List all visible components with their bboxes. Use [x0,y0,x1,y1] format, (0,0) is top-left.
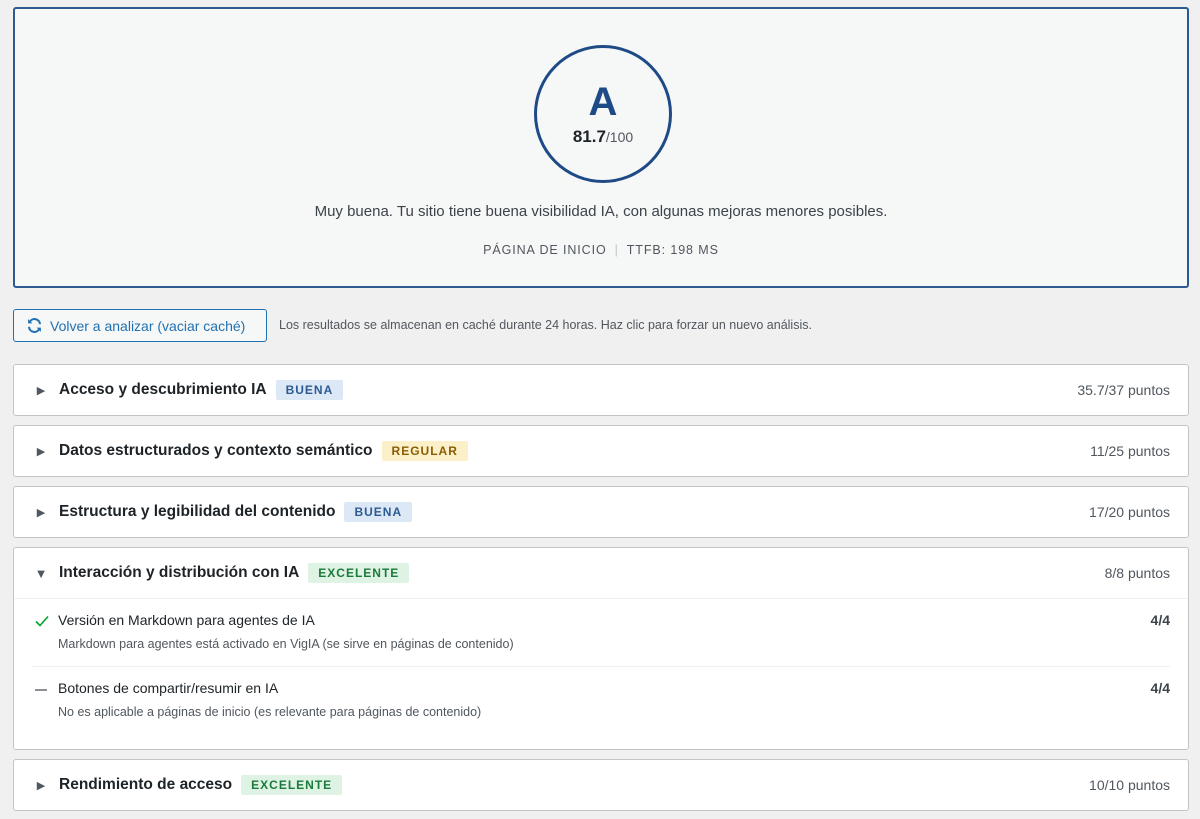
check-title: Botones de compartir/resumir en IA [58,680,279,696]
score-panel: A 81.7/100 Muy buena. Tu sitio tiene bue… [13,7,1189,288]
caret-down-icon: ▼ [34,565,48,581]
section-points: 8/8 puntos [1104,565,1170,581]
grade-circle: A 81.7/100 [534,45,672,183]
section-title: Rendimiento de acceso [59,776,233,793]
refresh-icon [27,318,42,333]
caret-right-icon: ▶ [36,445,46,458]
section-header-interaccion[interactable]: ▼ Interacción y distribución con IA EXCE… [14,548,1188,598]
status-badge: REGULAR [381,441,468,461]
section-header-estructura[interactable]: ▶ Estructura y legibilidad del contenido… [14,487,1188,537]
section-rendimiento: ▶ Rendimiento de acceso EXCELENTE 10/10 … [13,759,1189,811]
section-points: 17/20 puntos [1089,504,1170,520]
section-title: Acceso y descubrimiento IA [59,381,267,398]
score-meta: PÁGINA DE INICIO | TTFB: 198 MS [15,243,1187,257]
section-interaccion: ▼ Interacción y distribución con IA EXCE… [13,547,1189,750]
section-header-datos-estructurados[interactable]: ▶ Datos estructurados y contexto semánti… [14,426,1188,476]
score-verdict: Muy buena. Tu sitio tiene buena visibili… [314,203,888,220]
score-max: /100 [605,129,634,145]
grade-letter: A [588,80,618,124]
status-badge: BUENA [275,380,344,400]
dash-icon [35,689,47,691]
section-estructura: ▶ Estructura y legibilidad del contenido… [13,486,1189,538]
section-points: 11/25 puntos [1090,443,1170,459]
check-item-share-buttons: Botones de compartir/resumir en IA No es… [32,666,1170,733]
section-title: Interacción y distribución con IA [59,564,300,581]
check-score: 4/4 [1150,612,1170,628]
check-title: Versión en Markdown para agentes de IA [58,612,315,628]
section-header-acceso[interactable]: ▶ Acceso y descubrimiento IA BUENA 35.7/… [14,365,1188,415]
cache-note: Los resultados se almacenan en caché dur… [279,318,812,332]
caret-right-icon: ▶ [36,779,46,792]
grade-score: 81.7/100 [537,127,669,147]
score-value: 81.7 [572,127,606,146]
status-badge: BUENA [344,502,413,522]
status-badge: EXCELENTE [241,775,343,795]
checkmark-icon [35,615,49,627]
section-acceso: ▶ Acceso y descubrimiento IA BUENA 35.7/… [13,364,1189,416]
section-title: Estructura y legibilidad del contenido [59,503,336,520]
section-points: 35.7/37 puntos [1077,382,1170,398]
caret-right-icon: ▶ [36,384,46,397]
reanalyze-label: Volver a analizar (vaciar caché) [50,317,246,334]
section-header-rendimiento[interactable]: ▶ Rendimiento de acceso EXCELENTE 10/10 … [14,760,1188,810]
reanalyze-button[interactable]: Volver a analizar (vaciar caché) [13,309,267,342]
check-description: Markdown para agentes está activado en V… [58,637,514,651]
section-points: 10/10 puntos [1089,777,1170,793]
section-datos-estructurados: ▶ Datos estructurados y contexto semánti… [13,425,1189,477]
check-score: 4/4 [1150,680,1170,696]
page-type-label: PÁGINA DE INICIO [483,243,607,257]
section-title: Datos estructurados y contexto semántico [59,442,373,459]
status-badge: EXCELENTE [308,563,410,583]
section-body: Versión en Markdown para agentes de IA M… [14,598,1188,733]
check-item-markdown: Versión en Markdown para agentes de IA M… [32,599,1170,666]
meta-separator: | [614,243,619,257]
ttfb-label: TTFB: 198 MS [626,243,719,257]
check-description: No es aplicable a páginas de inicio (es … [58,705,482,719]
caret-right-icon: ▶ [36,506,46,519]
